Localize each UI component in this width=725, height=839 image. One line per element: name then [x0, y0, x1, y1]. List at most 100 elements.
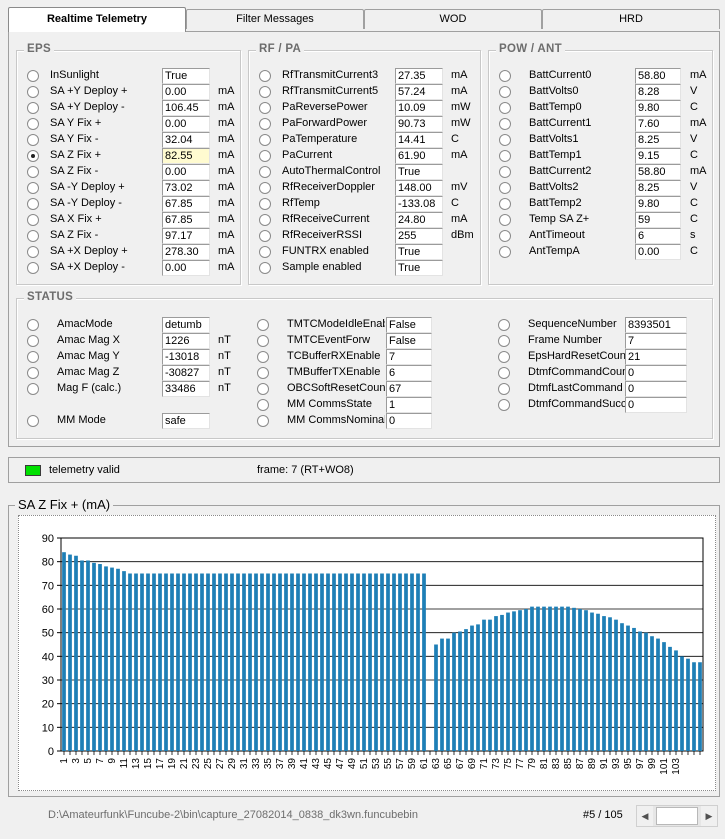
radio-tmtceventforw[interactable]: [257, 335, 269, 347]
radio-pacurrent[interactable]: [259, 150, 271, 162]
radio-battcurrent1[interactable]: [499, 118, 511, 130]
telemetry-row-rftemp[interactable]: RfTemp -133.08 C: [259, 196, 474, 212]
telemetry-row-battvolts0[interactable]: BattVolts0 8.28 V: [499, 84, 704, 100]
radio-mm-mode[interactable]: [27, 415, 39, 427]
radio-patemperature[interactable]: [259, 134, 271, 146]
telemetry-row-sa-z-fix[interactable]: SA Z Fix + 82.55 mA: [27, 148, 235, 164]
telemetry-row-sa-y-fix[interactable]: SA Y Fix - 32.04 mA: [27, 132, 235, 148]
telemetry-row-battcurrent2[interactable]: BattCurrent2 58.80 mA: [499, 164, 707, 180]
radio-amac-mag-y[interactable]: [27, 351, 39, 363]
radio-rfreceivecurrent[interactable]: [259, 214, 271, 226]
radio-rftransmitcurrent5[interactable]: [259, 86, 271, 98]
scroll-thumb[interactable]: [656, 807, 698, 825]
radio-obcsoftresetcount[interactable]: [257, 383, 269, 395]
frame-scrollbar[interactable]: ◀ ▶: [636, 805, 718, 827]
radio-batttemp0[interactable]: [499, 102, 511, 114]
radio-tmbuffertxenable[interactable]: [257, 367, 269, 379]
radio-sa-y-fix[interactable]: [27, 118, 39, 130]
telemetry-row-insunlight[interactable]: InSunlight True: [27, 68, 232, 84]
telemetry-row-sample-enabled[interactable]: Sample enabled True: [259, 260, 474, 276]
radio-sample-enabled[interactable]: [259, 262, 271, 274]
telemetry-row-sa-y-deploy[interactable]: SA -Y Deploy + 73.02 mA: [27, 180, 235, 196]
tab-filter-messages[interactable]: Filter Messages: [186, 9, 364, 29]
telemetry-row-temp-sa-z[interactable]: Temp SA Z+ 59 C: [499, 212, 704, 228]
radio-battvolts1[interactable]: [499, 134, 511, 146]
telemetry-row-amac-mag-z[interactable]: Amac Mag Z -30827 nT: [27, 365, 232, 381]
radio-sequencenumber[interactable]: [498, 319, 510, 331]
telemetry-row-dtmflastcommand[interactable]: DtmfLastCommand 0: [498, 381, 708, 397]
telemetry-row-tmtceventforw[interactable]: TMTCEventForw False: [257, 333, 477, 349]
radio-sa-y-deploy[interactable]: [27, 198, 39, 210]
telemetry-row-amac-mag-y[interactable]: Amac Mag Y -13018 nT: [27, 349, 232, 365]
radio-sa-z-fix[interactable]: [27, 150, 39, 162]
radio-sa-x-deploy[interactable]: [27, 246, 39, 258]
scroll-right-arrow-icon[interactable]: ▶: [701, 806, 717, 826]
scroll-left-arrow-icon[interactable]: ◀: [637, 806, 653, 826]
telemetry-row-mm-mode[interactable]: MM Mode safe: [27, 413, 232, 429]
telemetry-row-obcsoftresetcount[interactable]: OBCSoftResetCount 67: [257, 381, 477, 397]
radio-temp-sa-z[interactable]: [499, 214, 511, 226]
radio-sa-y-deploy[interactable]: [27, 102, 39, 114]
radio-sa-y-deploy[interactable]: [27, 86, 39, 98]
radio-rfreceiverdoppler[interactable]: [259, 182, 271, 194]
telemetry-row-amac-mag-x[interactable]: Amac Mag X 1226 nT: [27, 333, 232, 349]
telemetry-row-frame-number[interactable]: Frame Number 7: [498, 333, 708, 349]
telemetry-row-sa-y-fix[interactable]: SA Y Fix + 0.00 mA: [27, 116, 235, 132]
radio-rftransmitcurrent3[interactable]: [259, 70, 271, 82]
radio-insunlight[interactable]: [27, 70, 39, 82]
telemetry-row-rftransmitcurrent3[interactable]: RfTransmitCurrent3 27.35 mA: [259, 68, 474, 84]
telemetry-row-mag-f-calc[interactable]: Mag F (calc.) 33486 nT: [27, 381, 232, 397]
radio-pareversepower[interactable]: [259, 102, 271, 114]
radio-battcurrent0[interactable]: [499, 70, 511, 82]
radio-tcbufferrxenable[interactable]: [257, 351, 269, 363]
radio-sa-x-deploy[interactable]: [27, 262, 39, 274]
telemetry-row-sa-x-deploy[interactable]: SA +X Deploy + 278.30 mA: [27, 244, 235, 260]
tab-realtime-telemetry[interactable]: Realtime Telemetry: [8, 7, 186, 32]
telemetry-row-dtmfcommandcount[interactable]: DtmfCommandCount 0: [498, 365, 708, 381]
telemetry-row-tcbufferrxenable[interactable]: TCBufferRXEnable 7: [257, 349, 477, 365]
telemetry-row-sa-x-fix[interactable]: SA X Fix + 67.85 mA: [27, 212, 235, 228]
radio-sa-x-fix[interactable]: [27, 214, 39, 226]
telemetry-row-sa-z-fix[interactable]: SA Z Fix - 97.17 mA: [27, 228, 235, 244]
radio-dtmfcommandsucce[interactable]: [498, 399, 510, 411]
telemetry-row-sequencenumber[interactable]: SequenceNumber 8393501: [498, 317, 708, 333]
telemetry-row-sa-z-fix[interactable]: SA Z Fix - 0.00 mA: [27, 164, 235, 180]
telemetry-row-batttemp2[interactable]: BattTemp2 9.80 C: [499, 196, 704, 212]
telemetry-row-rftransmitcurrent5[interactable]: RfTransmitCurrent5 57.24 mA: [259, 84, 474, 100]
tab-wod[interactable]: WOD: [364, 9, 542, 29]
telemetry-row-sa-y-deploy[interactable]: SA -Y Deploy - 67.85 mA: [27, 196, 235, 212]
telemetry-row-epshardresetcount[interactable]: EpsHardResetCount 21: [498, 349, 708, 365]
radio-amac-mag-z[interactable]: [27, 367, 39, 379]
radio-paforwardpower[interactable]: [259, 118, 271, 130]
telemetry-row-rfreceiverdoppler[interactable]: RfReceiverDoppler 148.00 mV: [259, 180, 474, 196]
telemetry-row-sa-x-deploy[interactable]: SA +X Deploy - 0.00 mA: [27, 260, 235, 276]
radio-battcurrent2[interactable]: [499, 166, 511, 178]
telemetry-row-sa-y-deploy[interactable]: SA +Y Deploy + 0.00 mA: [27, 84, 235, 100]
telemetry-row-battvolts1[interactable]: BattVolts1 8.25 V: [499, 132, 704, 148]
telemetry-row-mm-commsstate[interactable]: MM CommsState 1: [257, 397, 477, 413]
radio-mag-f-calc[interactable]: [27, 383, 39, 395]
radio-battvolts2[interactable]: [499, 182, 511, 194]
telemetry-row-battvolts2[interactable]: BattVolts2 8.25 V: [499, 180, 704, 196]
telemetry-row-anttimeout[interactable]: AntTimeout 6 s: [499, 228, 704, 244]
telemetry-row-batttemp0[interactable]: BattTemp0 9.80 C: [499, 100, 704, 116]
telemetry-row-pareversepower[interactable]: PaReversePower 10.09 mW: [259, 100, 474, 116]
radio-anttimeout[interactable]: [499, 230, 511, 242]
telemetry-row-amacmode[interactable]: AmacMode detumb: [27, 317, 232, 333]
telemetry-row-funtrx-enabled[interactable]: FUNTRX enabled True: [259, 244, 474, 260]
radio-mm-commsnominal[interactable]: [257, 415, 269, 427]
radio-sa-z-fix[interactable]: [27, 166, 39, 178]
telemetry-row-rfreceiverrssi[interactable]: RfReceiverRSSI 255 dBm: [259, 228, 474, 244]
telemetry-row-tmtcmodeidleenab[interactable]: TMTCModeIdleEnab False: [257, 317, 477, 333]
radio-rftemp[interactable]: [259, 198, 271, 210]
radio-sa-y-fix[interactable]: [27, 134, 39, 146]
radio-battvolts0[interactable]: [499, 86, 511, 98]
telemetry-row-pacurrent[interactable]: PaCurrent 61.90 mA: [259, 148, 474, 164]
radio-dtmflastcommand[interactable]: [498, 383, 510, 395]
radio-mm-commsstate[interactable]: [257, 399, 269, 411]
radio-epshardresetcount[interactable]: [498, 351, 510, 363]
radio-funtrx-enabled[interactable]: [259, 246, 271, 258]
radio-dtmfcommandcount[interactable]: [498, 367, 510, 379]
telemetry-row-rfreceivecurrent[interactable]: RfReceiveCurrent 24.80 mA: [259, 212, 474, 228]
radio-batttemp2[interactable]: [499, 198, 511, 210]
